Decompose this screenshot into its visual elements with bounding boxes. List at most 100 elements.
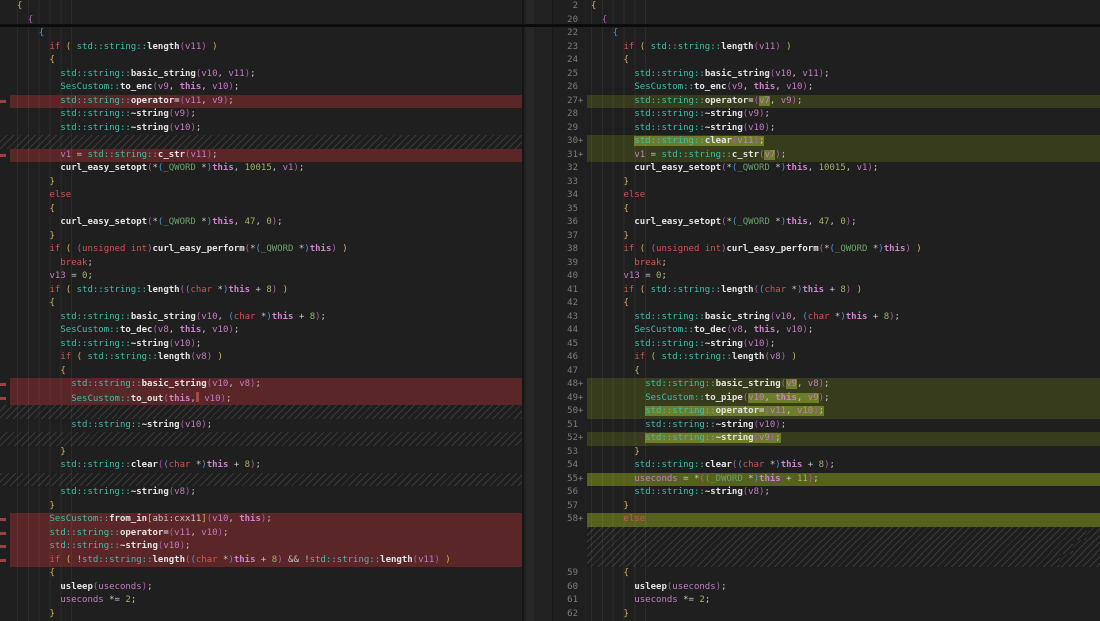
code-line-original[interactable]: std::string::~string(v10); <box>0 338 522 352</box>
code-line-original[interactable]: std::string::~string(v10); <box>0 122 522 136</box>
code-line-modified[interactable]: 58+ else <box>550 513 1100 527</box>
code-line-modified[interactable]: 39 break; <box>550 257 1100 271</box>
code-line-modified[interactable]: 62 } <box>550 608 1100 621</box>
alignment-hatch <box>0 135 522 149</box>
code-line-modified[interactable]: 48+ std::string::basic_string(v9, v8); <box>550 378 1100 392</box>
code-text: useconds *= 2; <box>0 594 522 608</box>
code-line-modified[interactable]: 24 { <box>550 54 1100 68</box>
code-line-original[interactable]: } <box>0 608 522 621</box>
code-line-original[interactable]: std::string::~string(v10); <box>0 540 522 554</box>
code-line-modified[interactable]: 22 { <box>550 27 1100 41</box>
code-line-modified[interactable]: 41 if ( std::string::length((char *)this… <box>550 284 1100 298</box>
code-line-modified[interactable]: 59 { <box>550 567 1100 581</box>
code-text: SesCustom::to_enc(v9, this, v10); <box>0 81 522 95</box>
diff-gap <box>550 540 1100 554</box>
code-line-modified[interactable]: 60 usleep(useconds); <box>550 581 1100 595</box>
code-line-original[interactable]: { <box>0 567 522 581</box>
code-line-modified[interactable]: 54 std::string::clear((char *)this + 8); <box>550 459 1100 473</box>
code-text: if ( !std::string::length((char *)this +… <box>0 554 522 568</box>
alignment-hatch <box>587 527 1100 541</box>
code-line-original[interactable]: if ( std::string::length(v11) ) <box>0 41 522 55</box>
code-line-original[interactable]: std::string::operator=(v11, v9); <box>0 95 522 109</box>
code-line-modified[interactable]: 50+ std::string::operator=(v11, v10); <box>550 405 1100 419</box>
code-line-original[interactable]: std::string::basic_string(v10, (char *)t… <box>0 311 522 325</box>
code-line-original[interactable]: useconds *= 2; <box>0 594 522 608</box>
code-line-modified[interactable]: 2{ <box>550 0 1100 14</box>
code-line-modified[interactable]: 38 if ( (unsigned int)curl_easy_perform(… <box>550 243 1100 257</box>
code-line-original[interactable]: v1 = std::string::c_str(v11); <box>0 149 522 163</box>
code-line-modified[interactable]: 45 std::string::~string(v10); <box>550 338 1100 352</box>
code-line-modified[interactable]: 29 std::string::~string(v10); <box>550 122 1100 136</box>
code-line-original[interactable]: if ( std::string::length((char *)this + … <box>0 284 522 298</box>
code-line-original[interactable]: { <box>0 27 522 41</box>
code-line-modified[interactable]: 42 { <box>550 297 1100 311</box>
code-line-original[interactable]: if ( !std::string::length((char *)this +… <box>0 554 522 568</box>
code-text: break; <box>0 257 522 271</box>
code-line-modified[interactable]: 51 std::string::~string(v10); <box>550 419 1100 433</box>
diff-gap <box>550 554 1100 568</box>
code-line-modified[interactable]: 61 useconds *= 2; <box>550 594 1100 608</box>
code-line-modified[interactable]: 37 } <box>550 230 1100 244</box>
code-line-modified[interactable]: 28 std::string::~string(v9); <box>550 108 1100 122</box>
diff-pane-modified[interactable]: 2{20 {22 {23 if ( std::string::length(v1… <box>550 0 1100 621</box>
code-line-original[interactable]: } <box>0 176 522 190</box>
code-line-modified[interactable]: 47 { <box>550 365 1100 379</box>
code-line-original[interactable]: { <box>0 54 522 68</box>
code-line-original[interactable]: SesCustom::to_out(this, v10); <box>0 392 522 406</box>
code-line-original[interactable]: std::string::basic_string(v10, v11); <box>0 68 522 82</box>
code-line-original[interactable]: } <box>0 500 522 514</box>
code-line-modified[interactable]: 32 curl_easy_setopt(*(_QWORD *)this, 100… <box>550 162 1100 176</box>
code-line-modified[interactable]: 23 if ( std::string::length(v11) ) <box>550 41 1100 55</box>
code-line-original[interactable]: v13 = 0; <box>0 270 522 284</box>
diff-pane-original[interactable]: { { { if ( std::string::length(v11) ) { … <box>0 0 522 621</box>
code-line-modified[interactable]: 34 else <box>550 189 1100 203</box>
code-line-original[interactable]: curl_easy_setopt(*(_QWORD *)this, 47, 0)… <box>0 216 522 230</box>
code-line-original[interactable]: SesCustom::from_in[abi:cxx11](v10, this)… <box>0 513 522 527</box>
diff-editor: { { { if ( std::string::length(v11) ) { … <box>0 0 1100 621</box>
code-line-original[interactable]: if ( (unsigned int)curl_easy_perform(*(_… <box>0 243 522 257</box>
code-line-original[interactable]: { <box>0 297 522 311</box>
code-line-modified[interactable]: 30+ std::string::clear(v11); <box>550 135 1100 149</box>
code-line-modified[interactable]: 43 std::string::basic_string(v10, (char … <box>550 311 1100 325</box>
code-line-modified[interactable]: 31+ v1 = std::string::c_str(v7); <box>550 149 1100 163</box>
code-text: std::string::~string(v10); <box>0 122 522 136</box>
code-text: { <box>0 297 522 311</box>
code-line-modified[interactable]: 57 } <box>550 500 1100 514</box>
code-text: v13 = 0; <box>0 270 522 284</box>
code-line-original[interactable]: else <box>0 189 522 203</box>
code-line-modified[interactable]: 27+ std::string::operator=(v7, v9); <box>550 95 1100 109</box>
code-line-modified[interactable]: 56 std::string::~string(v8); <box>550 486 1100 500</box>
code-line-original[interactable]: if ( std::string::length(v8) ) <box>0 351 522 365</box>
code-line-original[interactable]: SesCustom::to_enc(v9, this, v10); <box>0 81 522 95</box>
code-line-modified[interactable]: 35 { <box>550 203 1100 217</box>
code-text: if ( std::string::length((char *)this + … <box>550 284 1100 298</box>
code-line-modified[interactable]: 49+ SesCustom::to_pipe(v10, this, v9); <box>550 392 1100 406</box>
code-line-original[interactable]: std::string::~string(v9); <box>0 108 522 122</box>
code-line-original[interactable]: { <box>0 0 522 14</box>
code-line-original[interactable]: break; <box>0 257 522 271</box>
code-text: curl_easy_setopt(*(_QWORD *)this, 10015,… <box>0 162 522 176</box>
code-line-original[interactable]: } <box>0 230 522 244</box>
code-line-original[interactable]: { <box>0 203 522 217</box>
code-line-original[interactable]: std::string::basic_string(v10, v8); <box>0 378 522 392</box>
code-line-modified[interactable]: 55+ useconds = *((_DWORD *)this + 11); <box>550 473 1100 487</box>
code-line-modified[interactable]: 40 v13 = 0; <box>550 270 1100 284</box>
code-line-modified[interactable]: 52+ std::string::~string(v9); <box>550 432 1100 446</box>
code-text: if ( (unsigned int)curl_easy_perform(*(_… <box>550 243 1100 257</box>
code-line-modified[interactable]: 44 SesCustom::to_dec(v8, this, v10); <box>550 324 1100 338</box>
code-line-modified[interactable]: 53 } <box>550 446 1100 460</box>
code-line-original[interactable]: std::string::clear((char *)this + 8); <box>0 459 522 473</box>
code-line-original[interactable]: SesCustom::to_dec(v8, this, v10); <box>0 324 522 338</box>
code-line-modified[interactable]: 33 } <box>550 176 1100 190</box>
code-line-original[interactable]: std::string::~string(v8); <box>0 486 522 500</box>
code-line-original[interactable]: curl_easy_setopt(*(_QWORD *)this, 10015,… <box>0 162 522 176</box>
code-line-original[interactable]: std::string::operator=(v11, v10); <box>0 527 522 541</box>
code-line-modified[interactable]: 36 curl_easy_setopt(*(_QWORD *)this, 47,… <box>550 216 1100 230</box>
code-line-original[interactable]: usleep(useconds); <box>0 581 522 595</box>
code-line-modified[interactable]: 46 if ( std::string::length(v8) ) <box>550 351 1100 365</box>
code-line-modified[interactable]: 25 std::string::basic_string(v10, v11); <box>550 68 1100 82</box>
code-line-modified[interactable]: 26 SesCustom::to_enc(v9, this, v10); <box>550 81 1100 95</box>
code-line-original[interactable]: } <box>0 446 522 460</box>
code-line-original[interactable]: { <box>0 365 522 379</box>
code-line-original[interactable]: std::string::~string(v10); <box>0 419 522 433</box>
